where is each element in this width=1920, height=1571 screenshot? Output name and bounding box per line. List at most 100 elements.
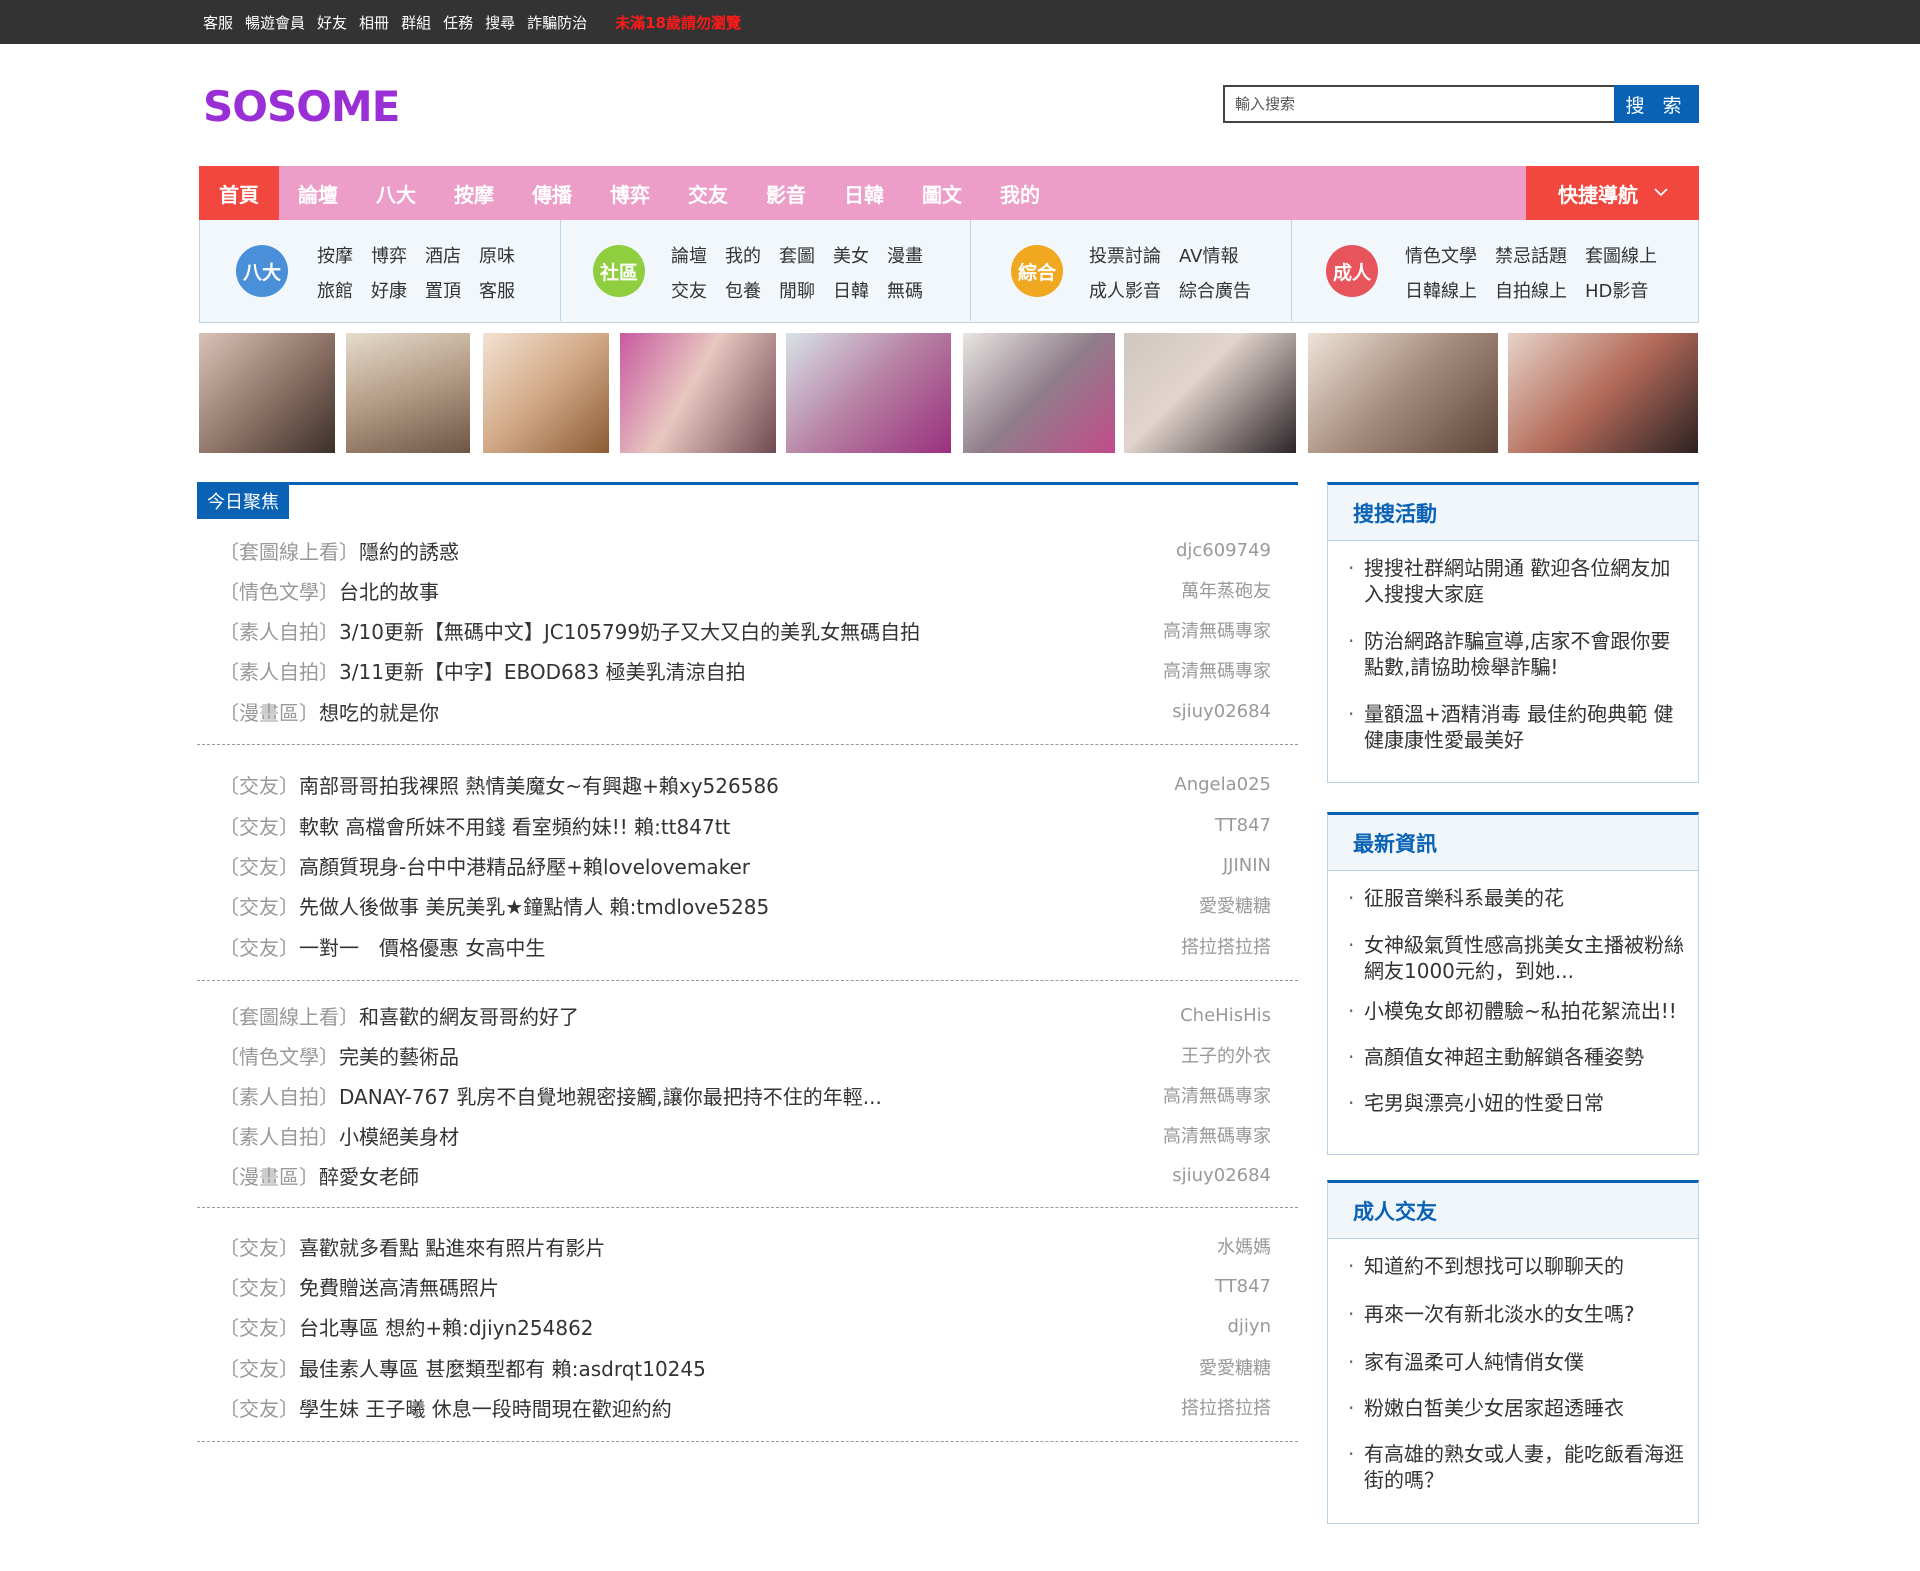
- post-title[interactable]: 3/10更新【無碼中文】JC105799奶子又大又白的美乳女無碼自拍: [339, 620, 920, 644]
- post-link[interactable]: 〔交友〕學生妹 王子曦 休息一段時間現在歡迎約約: [219, 1393, 672, 1422]
- post-category[interactable]: 〔交友〕: [219, 1316, 299, 1340]
- post-author[interactable]: CheHisHis: [1180, 1005, 1271, 1026]
- thumbnail-photo[interactable]: [1124, 333, 1296, 453]
- post-row[interactable]: 〔素人自拍〕小模絕美身材 高清無碼專家: [219, 1120, 1271, 1150]
- post-category[interactable]: 〔情色文學〕: [219, 1045, 339, 1069]
- post-category[interactable]: 〔漫畫區〕: [219, 1165, 319, 1189]
- post-category[interactable]: 〔套圖線上看〕: [219, 540, 359, 564]
- post-title[interactable]: DANAY-767 乳房不自覺地親密接觸,讓你最把持不住的年輕...: [339, 1085, 882, 1109]
- post-row[interactable]: 〔情色文學〕完美的藝術品 王子的外衣: [219, 1040, 1271, 1070]
- sidebar-item[interactable]: 防治網路詐騙宣導,店家不會跟你要點數,請協助檢舉詐騙!: [1348, 628, 1688, 680]
- post-category[interactable]: 〔交友〕: [219, 815, 299, 839]
- thumbnail-photo[interactable]: [483, 333, 609, 453]
- site-logo[interactable]: SOSOME: [203, 82, 400, 132]
- post-link[interactable]: 〔交友〕高顏質現身-台中中港精品紓壓+賴lovelovemaker: [219, 851, 750, 880]
- post-title[interactable]: 和喜歡的網友哥哥約好了: [359, 1005, 579, 1029]
- post-row[interactable]: 〔素人自拍〕3/11更新【中字】EBOD683 極美乳清涼自拍 高清無碼專家: [219, 655, 1271, 685]
- search-input[interactable]: [1223, 85, 1614, 123]
- nav-item-pictext[interactable]: 圖文: [903, 166, 981, 220]
- category-link[interactable]: 綜合廣告: [1179, 277, 1251, 303]
- post-row[interactable]: 〔交友〕高顏質現身-台中中港精品紓壓+賴lovelovemaker JJININ: [219, 850, 1271, 880]
- post-link[interactable]: 〔交友〕一對一 價格優惠 女高中生: [219, 932, 545, 961]
- category-link[interactable]: 原味: [479, 242, 515, 268]
- post-link[interactable]: 〔交友〕最佳素人專區 甚麼類型都有 賴:asdrqt10245: [219, 1353, 706, 1382]
- post-title[interactable]: 免費贈送高清無碼照片: [299, 1276, 499, 1300]
- post-row[interactable]: 〔交友〕免費贈送高清無碼照片 TT847: [219, 1271, 1271, 1301]
- category-link[interactable]: 自拍線上: [1495, 277, 1567, 303]
- post-title[interactable]: 南部哥哥拍我裸照 熱情美魔女~有興趣+賴xy526586: [299, 774, 779, 798]
- category-badge-adult[interactable]: 成人: [1326, 245, 1378, 297]
- post-author[interactable]: djiyn: [1228, 1316, 1272, 1337]
- thumbnail-photo[interactable]: [620, 333, 776, 453]
- post-title[interactable]: 醉愛女老師: [319, 1165, 419, 1189]
- topbar-link-groups[interactable]: 群組: [401, 12, 431, 33]
- nav-item-dating[interactable]: 交友: [669, 166, 747, 220]
- post-author[interactable]: Angela025: [1174, 774, 1271, 795]
- post-link[interactable]: 〔素人自拍〕DANAY-767 乳房不自覺地親密接觸,讓你最把持不住的年輕...: [219, 1081, 882, 1110]
- nav-item-bada[interactable]: 八大: [357, 166, 435, 220]
- post-title[interactable]: 完美的藝術品: [339, 1045, 459, 1069]
- post-title[interactable]: 台北的故事: [339, 580, 439, 604]
- sidebar-item[interactable]: 征服音樂科系最美的花: [1348, 885, 1688, 911]
- sidebar-item[interactable]: 知道約不到想找可以聊聊天的: [1348, 1253, 1688, 1279]
- category-badge-community[interactable]: 社區: [593, 245, 645, 297]
- category-link[interactable]: 美女: [833, 242, 869, 268]
- post-author[interactable]: JJININ: [1223, 855, 1271, 876]
- post-author[interactable]: 高清無碼專家: [1163, 1122, 1271, 1148]
- post-category[interactable]: 〔套圖線上看〕: [219, 1005, 359, 1029]
- post-row[interactable]: 〔交友〕喜歡就多看點 點進來有照片有影片 水媽媽: [219, 1231, 1271, 1261]
- post-row[interactable]: 〔交友〕台北專區 想約+賴:djiyn254862 djiyn: [219, 1311, 1271, 1341]
- post-author[interactable]: 愛愛糖糖: [1199, 1354, 1271, 1380]
- thumbnail-photo[interactable]: [1508, 333, 1698, 453]
- post-author[interactable]: 高清無碼專家: [1163, 617, 1271, 643]
- nav-item-jpkr[interactable]: 日韓: [825, 166, 903, 220]
- post-row[interactable]: 〔情色文學〕台北的故事 萬年蒸砲友: [219, 575, 1271, 605]
- thumbnail-photo[interactable]: [346, 333, 470, 453]
- category-link[interactable]: 論壇: [671, 242, 707, 268]
- nav-item-gamble[interactable]: 博弈: [591, 166, 669, 220]
- post-row[interactable]: 〔漫畫區〕醉愛女老師 sjiuy02684: [219, 1160, 1271, 1190]
- topbar-link-friends[interactable]: 好友: [317, 12, 347, 33]
- post-category[interactable]: 〔交友〕: [219, 1357, 299, 1381]
- post-category[interactable]: 〔交友〕: [219, 936, 299, 960]
- category-badge-general[interactable]: 綜合: [1011, 245, 1063, 297]
- post-category[interactable]: 〔交友〕: [219, 1397, 299, 1421]
- thumbnail-photo[interactable]: [199, 333, 335, 453]
- post-link[interactable]: 〔交友〕台北專區 想約+賴:djiyn254862: [219, 1312, 594, 1341]
- post-author[interactable]: TT847: [1215, 1276, 1271, 1297]
- post-author[interactable]: 王子的外衣: [1181, 1042, 1271, 1068]
- post-category[interactable]: 〔交友〕: [219, 1236, 299, 1260]
- post-link[interactable]: 〔情色文學〕台北的故事: [219, 576, 439, 605]
- category-link[interactable]: AV情報: [1179, 242, 1251, 268]
- post-category[interactable]: 〔交友〕: [219, 1276, 299, 1300]
- nav-item-video[interactable]: 影音: [747, 166, 825, 220]
- category-link[interactable]: 投票討論: [1089, 242, 1161, 268]
- post-link[interactable]: 〔交友〕軟軟 高檔會所妹不用錢 看室頻約妹!! 賴:tt847tt: [219, 811, 730, 840]
- post-category[interactable]: 〔交友〕: [219, 855, 299, 879]
- post-row[interactable]: 〔漫畫區〕想吃的就是你 sjiuy02684: [219, 696, 1271, 726]
- category-link[interactable]: 博弈: [371, 242, 407, 268]
- category-link[interactable]: 套圖: [779, 242, 815, 268]
- post-row[interactable]: 〔套圖線上看〕隱約的誘惑 djc609749: [219, 535, 1271, 565]
- post-category[interactable]: 〔交友〕: [219, 895, 299, 919]
- sidebar-item[interactable]: 粉嫩白皙美少女居家超透睡衣: [1348, 1395, 1688, 1421]
- sidebar-item[interactable]: 小模兔女郎初體驗~私拍花絮流出!!: [1348, 998, 1688, 1024]
- category-link[interactable]: 包養: [725, 277, 761, 303]
- category-link[interactable]: 無碼: [887, 277, 923, 303]
- sidebar-item[interactable]: 高顏值女神超主動解鎖各種姿勢: [1348, 1044, 1688, 1070]
- post-category[interactable]: 〔素人自拍〕: [219, 1085, 339, 1109]
- sidebar-item[interactable]: 有高雄的熟女或人妻，能吃飯看海逛街的嗎？: [1348, 1441, 1688, 1493]
- category-badge-bada[interactable]: 八大: [236, 245, 288, 297]
- category-link[interactable]: 漫畫: [887, 242, 923, 268]
- post-row[interactable]: 〔交友〕一對一 價格優惠 女高中生 搭拉搭拉搭: [219, 931, 1271, 961]
- post-link[interactable]: 〔漫畫區〕想吃的就是你: [219, 697, 439, 726]
- topbar-link-search[interactable]: 搜尋: [485, 12, 515, 33]
- post-title[interactable]: 軟軟 高檔會所妹不用錢 看室頻約妹!! 賴:tt847tt: [299, 815, 730, 839]
- category-link[interactable]: 閒聊: [779, 277, 815, 303]
- category-link[interactable]: 按摩: [317, 242, 353, 268]
- post-link[interactable]: 〔漫畫區〕醉愛女老師: [219, 1161, 419, 1190]
- post-link[interactable]: 〔素人自拍〕3/10更新【無碼中文】JC105799奶子又大又白的美乳女無碼自拍: [219, 616, 920, 645]
- post-title[interactable]: 3/11更新【中字】EBOD683 極美乳清涼自拍: [339, 660, 746, 684]
- post-category[interactable]: 〔素人自拍〕: [219, 660, 339, 684]
- post-link[interactable]: 〔素人自拍〕小模絕美身材: [219, 1121, 459, 1150]
